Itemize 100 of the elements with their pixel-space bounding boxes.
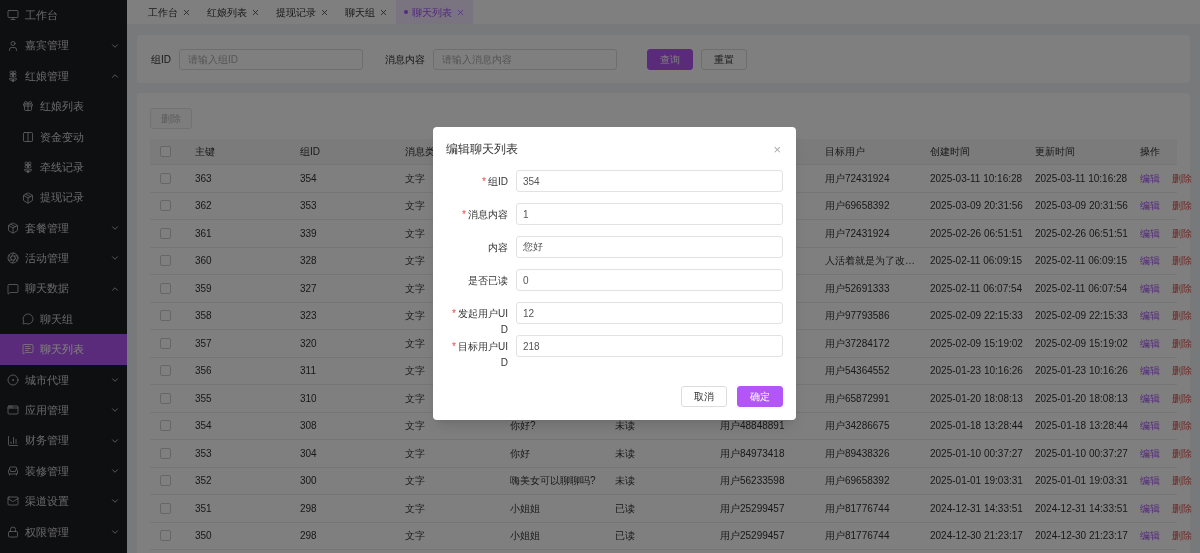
delete-link[interactable]: 删除 [1172, 390, 1192, 406]
table-cell: 355 [195, 392, 212, 404]
delete-link[interactable]: 删除 [1172, 363, 1192, 379]
menu-icon [22, 161, 34, 174]
checkbox[interactable] [160, 282, 171, 294]
edit-link[interactable]: 编辑 [1140, 280, 1160, 296]
table-cell: 304 [300, 447, 317, 459]
secondary-button[interactable]: 取消 [681, 386, 727, 407]
edit-link[interactable]: 编辑 [1140, 308, 1160, 324]
edit-link[interactable]: 编辑 [1140, 198, 1160, 214]
edit-link[interactable]: 编辑 [1140, 363, 1160, 379]
table-cell: 用户97793586 [825, 310, 890, 322]
tab[interactable]: 聊天组 [337, 0, 396, 24]
checkbox[interactable] [160, 146, 171, 157]
checkbox[interactable] [160, 447, 171, 459]
primary-button[interactable]: 确定 [737, 386, 783, 407]
checkbox[interactable] [160, 310, 171, 322]
sidebar-item[interactable]: 聊天数据 [0, 273, 127, 304]
edit-link[interactable]: 编辑 [1140, 253, 1160, 269]
form-input[interactable]: 0 [516, 269, 783, 291]
tab[interactable]: 聊天列表 [396, 0, 473, 24]
delete-link[interactable]: 删除 [1172, 280, 1192, 296]
checkbox[interactable] [160, 392, 171, 404]
delete-link[interactable]: 删除 [1172, 418, 1192, 434]
secondary-button[interactable]: 重置 [701, 48, 747, 70]
table-cell: 328 [300, 255, 317, 267]
form-input[interactable]: 12 [516, 302, 783, 324]
sidebar-item[interactable]: 活动管理 [0, 243, 127, 274]
table-cell: 用户65872991 [825, 392, 890, 404]
table-cell: 2025-02-26 06:51:51 [930, 227, 1023, 239]
edit-link[interactable]: 编辑 [1140, 500, 1160, 516]
table-cell: 用户25299457 [720, 530, 785, 542]
edit-link[interactable]: 编辑 [1140, 170, 1160, 186]
checkbox[interactable] [160, 365, 171, 377]
sidebar-item[interactable]: 装修管理 [0, 455, 127, 487]
form-input[interactable]: 您好 [516, 236, 783, 258]
table-cell: 小姐姐 [510, 530, 540, 542]
edit-link[interactable]: 编辑 [1140, 335, 1160, 351]
sidebar-subitem[interactable]: 提现记录 [0, 182, 127, 213]
delete-link[interactable]: 删除 [1172, 225, 1192, 241]
column-header: 更新时间 [1035, 146, 1075, 157]
close-icon[interactable] [456, 7, 465, 17]
delete-link[interactable]: 删除 [1172, 170, 1192, 186]
checkbox[interactable] [160, 420, 171, 432]
checkbox[interactable] [160, 227, 171, 239]
table-cell: 2025-02-09 15:19:02 [930, 337, 1023, 349]
delete-link[interactable]: 删除 [1172, 445, 1192, 461]
table-cell: 361 [195, 227, 212, 239]
sidebar-item[interactable]: 工作台 [0, 0, 127, 31]
checkbox[interactable] [160, 255, 171, 267]
form-label: * 消息内容 [461, 208, 508, 222]
close-icon[interactable] [379, 7, 388, 17]
form-label: * 目标用户UID [451, 340, 508, 370]
table-cell: 354 [300, 172, 317, 184]
sidebar-item[interactable]: 嘉宾管理 [0, 30, 127, 61]
delete-link[interactable]: 删除 [1172, 528, 1192, 544]
close-button[interactable]: × [773, 142, 781, 156]
table-cell: 用户48848891 [720, 420, 785, 432]
edit-link[interactable]: 编辑 [1140, 390, 1160, 406]
delete-link[interactable]: 删除 [1172, 335, 1192, 351]
table-cell: 2025-02-11 06:09:15 [930, 255, 1023, 267]
primary-button[interactable]: 查询 [647, 48, 693, 70]
sidebar-item[interactable]: 渠道设置 [0, 486, 127, 517]
sidebar-item[interactable]: 财务管理 [0, 425, 127, 456]
close-icon[interactable] [182, 7, 191, 17]
sidebar-item[interactable]: 红娘管理 [0, 60, 127, 92]
tab[interactable]: 工作台 [140, 0, 199, 24]
table-cell: 2025-02-09 22:15:33 [1035, 310, 1128, 322]
sidebar-subitem[interactable]: 聊天列表 [0, 334, 127, 365]
tab[interactable]: 红娘列表 [199, 0, 268, 24]
checkbox[interactable] [160, 200, 171, 212]
close-icon[interactable] [251, 7, 260, 17]
sidebar-subitem[interactable]: 红娘列表 [0, 91, 127, 122]
edit-link[interactable]: 编辑 [1140, 418, 1160, 434]
checkbox[interactable] [160, 502, 171, 514]
sidebar-subitem[interactable]: 资金变动 [0, 121, 127, 152]
delete-link[interactable]: 删除 [1172, 500, 1192, 516]
delete-link[interactable]: 删除 [1172, 198, 1192, 214]
edit-link[interactable]: 编辑 [1140, 445, 1160, 461]
delete-link[interactable]: 删除 [1172, 473, 1192, 489]
edit-link[interactable]: 编辑 [1140, 473, 1160, 489]
sidebar-subitem[interactable]: 牵线记录 [0, 151, 127, 183]
sidebar-item[interactable]: 套餐管理 [0, 212, 127, 244]
form-input[interactable]: 1 [516, 203, 783, 225]
delete-link[interactable]: 删除 [1172, 308, 1192, 324]
close-icon[interactable] [320, 7, 329, 17]
dialog-title: 编辑聊天列表 [446, 141, 518, 158]
edit-link[interactable]: 编辑 [1140, 528, 1160, 544]
checkbox[interactable] [160, 530, 171, 542]
checkbox[interactable] [160, 337, 171, 349]
checkbox[interactable] [160, 475, 171, 487]
form-input[interactable]: 218 [516, 335, 783, 357]
sidebar-item[interactable]: 权限管理 [0, 516, 127, 548]
form-input[interactable]: 354 [516, 170, 783, 192]
delete-link[interactable]: 删除 [1172, 253, 1192, 269]
edit-link[interactable]: 编辑 [1140, 225, 1160, 241]
table-cell: 小姐姐 [510, 502, 540, 514]
checkbox[interactable] [160, 172, 171, 184]
sidebar-item[interactable]: 应用管理 [0, 395, 127, 426]
tab[interactable]: 提现记录 [268, 0, 337, 24]
